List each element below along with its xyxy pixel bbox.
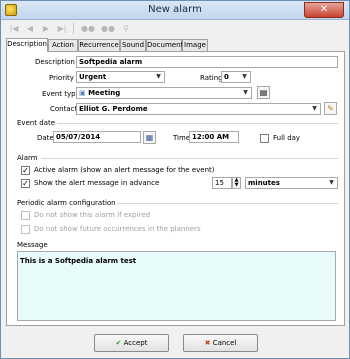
tab-image[interactable]: Image (182, 39, 208, 51)
tab-description[interactable]: Description (6, 38, 48, 52)
contact-label: Contact (50, 105, 78, 113)
description-input[interactable]: Softpedia alarm (76, 56, 338, 68)
last-icon[interactable]: ▶| (55, 22, 69, 35)
event-date-group-title: Event date (17, 119, 56, 127)
edit-contact-icon[interactable]: ✎ (324, 102, 337, 115)
rating-label: Rating (200, 74, 223, 82)
cancel-x-icon: ✖ (204, 339, 211, 347)
event-type-label: Event type (42, 90, 80, 98)
message-textarea[interactable]: This is a Softpedia alarm test (17, 251, 336, 321)
divider (41, 158, 338, 159)
cancel-button[interactable]: ✖ Cancel (183, 334, 258, 352)
meeting-icon: ▣ (79, 89, 86, 97)
search-icon[interactable]: ⚲ (119, 22, 133, 35)
advance-value-input[interactable]: 15 (212, 177, 232, 189)
advance-checkbox[interactable]: ✓ (21, 179, 30, 188)
full-day-label: Full day (273, 134, 301, 142)
full-day-checkbox[interactable] (260, 134, 269, 143)
time-input[interactable]: 12:00 AM (189, 131, 239, 143)
event-type-select[interactable]: ▣ Meeting ▼ (76, 87, 252, 99)
toolbar-separator (73, 23, 74, 34)
chevron-down-icon: ▼ (312, 105, 317, 112)
accept-button[interactable]: ✔ Accept (94, 334, 169, 352)
alarm-group-title: Alarm (17, 154, 38, 162)
new-alarm-window: New alarm ✕ |◀ ◀ ▶ ▶| ●● ●● ⚲ Descriptio… (0, 0, 350, 359)
rating-select[interactable]: 0 ▼ (221, 71, 251, 83)
expired-checkbox[interactable] (21, 211, 30, 220)
future-occurrences-label: Do not show future occurrences in the pl… (34, 225, 201, 233)
group-icon[interactable]: ●● (79, 22, 97, 35)
chevron-down-icon: ▼ (156, 73, 161, 80)
title-bar: New alarm ✕ (1, 1, 349, 20)
active-alarm-label: Active alarm (show an alert message for … (34, 166, 215, 174)
priority-select[interactable]: Urgent ▼ (76, 71, 165, 83)
future-occurrences-checkbox[interactable] (21, 225, 30, 234)
expired-label: Do not show this alarm if expired (34, 211, 151, 219)
accept-label: Accept (123, 339, 148, 347)
contact-select[interactable]: Elliot G. Perdome ▼ (76, 103, 321, 115)
spin-updown-icon[interactable]: ▲ ▼ (232, 177, 241, 189)
message-label: Message (17, 241, 48, 249)
chevron-down-icon: ▼ (242, 73, 247, 80)
edit-event-types-icon[interactable]: ▤ (257, 86, 270, 99)
checkmark-icon: ✔ (115, 339, 122, 347)
rating-value: 0 (224, 73, 229, 81)
calendar-icon[interactable]: ▦ (143, 131, 156, 144)
time-label: Time (173, 134, 191, 142)
description-label: Description (35, 58, 75, 66)
tab-action[interactable]: Action (48, 39, 78, 51)
contact-value: Elliot G. Perdome (79, 105, 148, 113)
priority-value: Urgent (79, 73, 107, 81)
periodic-group-title: Periodic alarm configuration (17, 199, 116, 207)
chevron-down-icon: ▼ (329, 179, 334, 186)
prev-icon[interactable]: ◀ (23, 22, 37, 35)
description-panel: Description Softpedia alarm Priority Urg… (6, 51, 345, 326)
advance-label: Show the alert message in advance (34, 179, 160, 187)
close-button[interactable]: ✕ (304, 2, 344, 18)
window-title: New alarm (148, 4, 202, 15)
cancel-label: Cancel (212, 339, 237, 347)
chevron-down-icon: ▼ (243, 89, 248, 96)
tab-sound[interactable]: Sound (120, 39, 146, 51)
date-label: Date (37, 134, 54, 142)
toolbar: |◀ ◀ ▶ ▶| ●● ●● ⚲ (5, 20, 345, 37)
event-type-value: Meeting (88, 89, 121, 97)
advance-unit-select[interactable]: minutes ▼ (245, 177, 338, 189)
next-icon[interactable]: ▶ (39, 22, 53, 35)
divider (117, 203, 338, 204)
active-alarm-checkbox[interactable]: ✓ (21, 166, 30, 175)
group-add-icon[interactable]: ●● (99, 22, 117, 35)
tab-document[interactable]: Document (146, 39, 183, 51)
date-input[interactable]: 05/07/2014 (53, 131, 141, 143)
first-icon[interactable]: |◀ (7, 22, 21, 35)
divider (57, 123, 338, 124)
tab-recurrence[interactable]: Recurrence (78, 39, 120, 51)
priority-label: Priority (49, 74, 74, 82)
advance-unit-value: minutes (248, 179, 280, 187)
